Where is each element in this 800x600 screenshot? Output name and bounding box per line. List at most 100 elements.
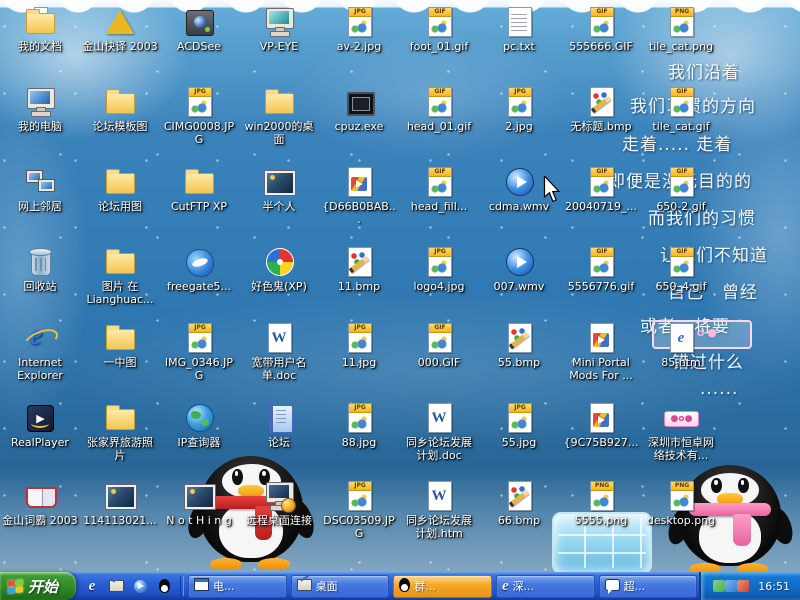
real-icon: ▶: [23, 402, 57, 434]
desktop-icon[interactable]: ACDSee: [161, 6, 237, 53]
desktop-icon[interactable]: e85.htm: [643, 322, 719, 369]
desktop-icon[interactable]: JPGav-2.jpg: [321, 6, 397, 53]
qq-icon[interactable]: [155, 576, 173, 596]
task-button[interactable]: 超...: [599, 575, 698, 598]
desktop-icon[interactable]: 55.bmp: [481, 322, 557, 369]
desktop-icon[interactable]: 我的电脑: [2, 86, 78, 133]
desktop-icon[interactable]: PNGtile_cat.png: [643, 6, 719, 53]
desktop-icon[interactable]: VP-EYE: [241, 6, 317, 53]
desktop-icon[interactable]: PNG5555.png: [563, 480, 639, 527]
desktop-icon[interactable]: GIFfoot_01.gif: [401, 6, 477, 53]
desktop-icon[interactable]: JPGDSC03509.JPG: [321, 480, 397, 540]
desktop-icon[interactable]: 半个人: [241, 166, 317, 213]
desktop-icon[interactable]: GIF5556776.gif: [563, 246, 639, 293]
icon-label: 我的文档: [18, 40, 62, 53]
desktop-icon[interactable]: ▶RealPlayer: [2, 402, 78, 449]
img-icon: GIF: [422, 6, 456, 38]
img-icon: JPG: [342, 322, 376, 354]
desktop-icon[interactable]: GIFtile_cat.gif: [643, 86, 719, 133]
banner-icon: ●o●: [664, 402, 698, 434]
desktop-icon[interactable]: W宽带用户名单.doc: [241, 322, 317, 382]
desktop-icon[interactable]: {D66B0BAB...: [321, 166, 397, 226]
taskbar-clock[interactable]: 16:51: [758, 580, 790, 593]
start-button[interactable]: 开始: [0, 572, 76, 600]
desktop-icon[interactable]: JPG88.jpg: [321, 402, 397, 449]
icon-label: 一中图: [104, 356, 137, 369]
desktop-icon[interactable]: W同乡论坛发展计划.doc: [401, 402, 477, 462]
desktop-icon[interactable]: 图片 在 Lianghuac...: [82, 246, 158, 306]
task-button[interactable]: 桌面: [291, 575, 390, 598]
desktop-icon[interactable]: GIF650-2.gif: [643, 166, 719, 213]
txt-icon: [502, 6, 536, 38]
desktop-icon[interactable]: 我的文档: [2, 6, 78, 53]
ie-icon: e: [23, 322, 57, 354]
desktop-icon[interactable]: 114113021...: [82, 480, 158, 527]
img-icon: JPG: [342, 402, 376, 434]
desktop-icon[interactable]: eInternet Explorer: [2, 322, 78, 382]
desktop-icon[interactable]: JPGlogo4.jpg: [401, 246, 477, 293]
pyramid-icon: [103, 6, 137, 38]
tray-antivirus-icon[interactable]: [713, 580, 725, 592]
desktop-icon[interactable]: cpuz.exe: [321, 86, 397, 133]
desktop-icon[interactable]: IP查询器: [161, 402, 237, 449]
internet-explorer-icon[interactable]: e: [83, 576, 101, 596]
desktop-icon[interactable]: 回收站: [2, 246, 78, 293]
desktop-icon[interactable]: GIF20040719_...: [563, 166, 639, 213]
desktop-icon[interactable]: 11.bmp: [321, 246, 397, 293]
icon-label: 网上邻居: [18, 200, 62, 213]
icon-label: pc.txt: [503, 40, 535, 53]
desktop-icon[interactable]: 一中图: [82, 322, 158, 369]
desktop-icon[interactable]: GIF555666.GIF: [563, 6, 639, 53]
desktop-icon[interactable]: 66.bmp: [481, 480, 557, 527]
desktop-icon[interactable]: freegate5...: [161, 246, 237, 293]
icon-label: CutFTP XP: [171, 200, 227, 213]
icon-label: cdma.wmv: [489, 200, 549, 213]
desktop-icon[interactable]: JPGIMG_0346.JPG: [161, 322, 237, 382]
icon-label: av-2.jpg: [337, 40, 381, 53]
tray-messenger-icon[interactable]: [725, 580, 737, 592]
desktop-icon[interactable]: 网上邻居: [2, 166, 78, 213]
desktop-icon[interactable]: cdma.wmv: [481, 166, 557, 213]
desktop-icon[interactable]: JPG11.jpg: [321, 322, 397, 369]
desktop-icon[interactable]: GIF650_4.gif: [643, 246, 719, 293]
task-button[interactable]: e深...: [496, 575, 595, 598]
desktop-icon[interactable]: W同乡论坛发展计划.htm: [401, 480, 477, 540]
desktop-icon[interactable]: 金山词霸 2003: [2, 480, 78, 527]
desktop-icon[interactable]: 007.wmv: [481, 246, 557, 293]
desktop-icon[interactable]: PNGdesktop.png: [643, 480, 719, 527]
desktop-icon[interactable]: Mini Portal Mods For ...: [563, 322, 639, 382]
desktop-icon[interactable]: 张家界旅游照片: [82, 402, 158, 462]
desktop-icon[interactable]: JPG55.jpg: [481, 402, 557, 449]
desktop: 我们沿着我们习惯的方向走着..... 走着即便是漫无目的的而我们的习惯让我们不知…: [0, 0, 800, 600]
tray-alert-icon[interactable]: [737, 580, 749, 592]
task-button[interactable]: 电...: [188, 575, 287, 598]
folder-icon: [262, 86, 296, 118]
desktop-icon[interactable]: 无标题.bmp: [563, 86, 639, 133]
desktop-icon[interactable]: GIFhead_01.gif: [401, 86, 477, 133]
desktop-icon[interactable]: 论坛: [241, 402, 317, 449]
desktop-icon[interactable]: N o t H i n g: [161, 480, 237, 527]
desktop-icon[interactable]: ●o●深圳市恒卓网络技术有...: [643, 402, 719, 462]
icon-label: 同乡论坛发展计划.doc: [401, 436, 477, 462]
task-button[interactable]: 群...: [393, 575, 492, 598]
desktop-icon[interactable]: pc.txt: [481, 6, 557, 53]
desktop-icon[interactable]: 金山快译 2003: [82, 6, 158, 53]
desktop-icon[interactable]: 好色鬼(XP): [241, 246, 317, 293]
desktop-icon[interactable]: 论坛用图: [82, 166, 158, 213]
desktop-icon[interactable]: 论坛模板图: [82, 86, 158, 133]
desktop-icon[interactable]: GIFhead_fill...: [401, 166, 477, 213]
icon-label: cpuz.exe: [335, 120, 384, 133]
desktop-icon[interactable]: win2000的桌面: [241, 86, 317, 146]
desktop-icon[interactable]: {9C75B927...: [563, 402, 639, 449]
desktop-icon[interactable]: 远程桌面连接: [241, 480, 317, 527]
desktop-icon[interactable]: GIF000.GIF: [401, 322, 477, 369]
icon-label: 007.wmv: [494, 280, 545, 293]
media-player-icon[interactable]: [131, 576, 149, 596]
media-icon: [584, 402, 618, 434]
desktop-icon[interactable]: CutFTP XP: [161, 166, 237, 213]
icon-label: 114113021...: [83, 514, 156, 527]
show-desktop-icon[interactable]: [107, 576, 125, 596]
desktop-icon[interactable]: JPG2.jpg: [481, 86, 557, 133]
desktop-icon[interactable]: JPGCIMG0008.JPG: [161, 86, 237, 146]
img-icon: GIF: [664, 86, 698, 118]
